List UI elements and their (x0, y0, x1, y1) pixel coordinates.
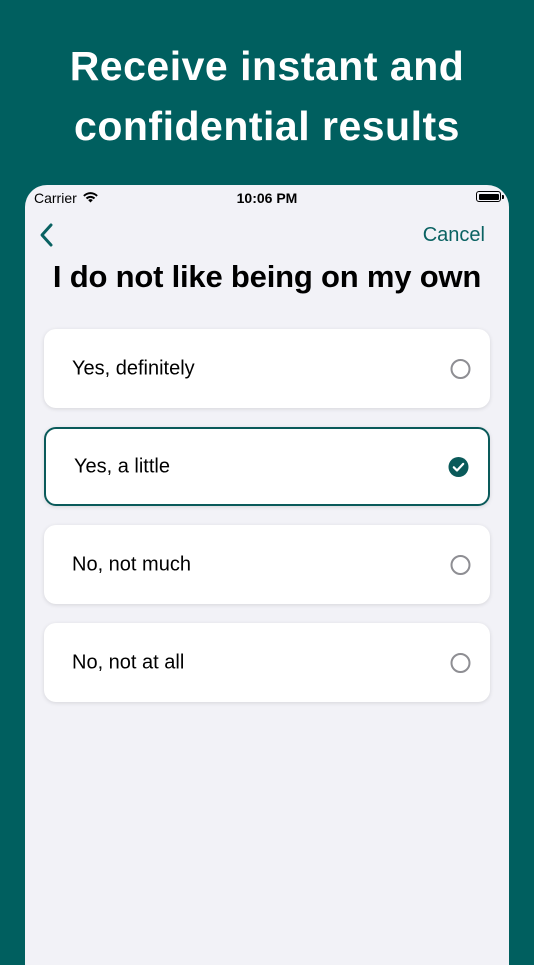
option-no-not-at-all[interactable]: No, not at all (44, 623, 490, 702)
battery-icon (476, 191, 504, 202)
question-title: I do not like being on my own (52, 259, 482, 294)
radio-empty-icon (450, 652, 471, 673)
option-yes-definitely[interactable]: Yes, definitely (44, 329, 490, 408)
navigation-bar: Cancel (25, 219, 509, 251)
status-bar: Carrier 10:06 PM (25, 185, 509, 211)
option-label: Yes, definitely (72, 357, 195, 379)
chevron-left-icon (37, 223, 57, 253)
radio-empty-icon (450, 358, 471, 379)
option-label: No, not much (72, 553, 191, 575)
cancel-button[interactable]: Cancel (423, 224, 485, 247)
option-yes-a-little[interactable]: Yes, a little (44, 427, 490, 506)
headline-line-2: confidential results (74, 103, 460, 149)
checkmark-circle-icon (448, 456, 469, 477)
phone-screen: Carrier 10:06 PM Cancel I do not like be… (25, 185, 509, 965)
status-time: 10:06 PM (236, 190, 298, 206)
marketing-headline: Receive instant and confidential results (0, 36, 534, 156)
headline-line-1: Receive instant and (69, 43, 465, 89)
radio-empty-icon (450, 554, 471, 575)
option-no-not-much[interactable]: No, not much (44, 525, 490, 604)
answer-options: Yes, definitely Yes, a little No, not mu… (44, 329, 490, 721)
back-button[interactable] (37, 221, 57, 249)
option-label: No, not at all (72, 651, 185, 673)
option-label: Yes, a little (74, 455, 170, 477)
